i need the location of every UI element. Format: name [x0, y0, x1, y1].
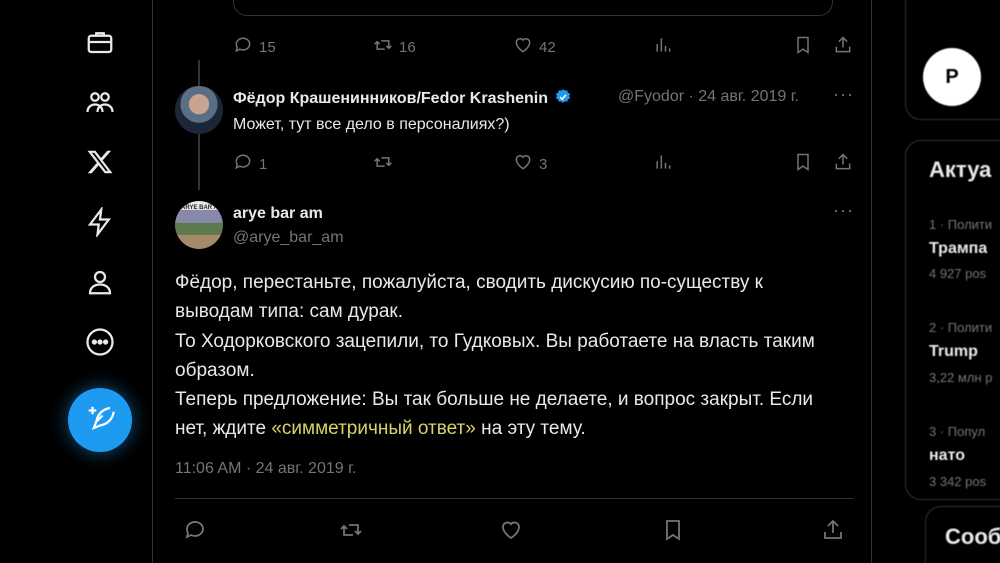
author-handle[interactable]: @arye_bar_am: [233, 229, 344, 247]
retweet-button[interactable]: [339, 518, 363, 547]
jobs-nav-item[interactable]: [78, 22, 122, 66]
author-name[interactable]: arye bar am: [233, 205, 323, 223]
retweet-icon: [373, 35, 393, 60]
bookmark-icon: [793, 35, 813, 60]
like-button[interactable]: 42: [513, 35, 556, 60]
reply-icon: [233, 35, 253, 60]
retweet-button[interactable]: 16: [373, 35, 416, 60]
trend-count: 3 342 pos: [929, 474, 987, 489]
reply-button[interactable]: [183, 518, 207, 547]
more-options-icon[interactable]: ···: [833, 200, 854, 221]
more-nav-item[interactable]: [78, 322, 122, 366]
bar-chart-icon: [653, 152, 673, 177]
tweet-line: нет, ждите «симметричный ответ» на эту т…: [175, 414, 855, 443]
more-options-icon[interactable]: ···: [833, 84, 854, 105]
like-count: 3: [539, 156, 548, 173]
divider: [175, 498, 853, 499]
quoted-link[interactable]: «симметричный ответ»: [271, 418, 476, 439]
channel-logo-text: Р: [945, 65, 959, 88]
briefcase-icon: [85, 27, 115, 62]
left-nav: [60, 0, 140, 563]
trend-count: 3,22 млн р: [929, 370, 993, 385]
author-meta[interactable]: @Fyodor · 24 авг. 2019 г.: [618, 88, 799, 106]
heart-icon: [513, 152, 533, 177]
avatar[interactable]: ARYE BAR AM: [175, 201, 223, 249]
lightning-icon: [85, 204, 115, 242]
tweet-text: Фёдор, перестаньте, пожалуйста, сводить …: [175, 268, 855, 444]
share-button[interactable]: [821, 518, 845, 547]
tweet-line: То Ходорковского зацепили, то Гудковых. …: [175, 330, 815, 352]
retweet-icon: [373, 152, 393, 177]
like-button[interactable]: [499, 518, 523, 547]
feather-plus-icon: [85, 403, 115, 438]
avatar-logo-text: ARYE BAR AM: [181, 205, 223, 211]
channel-logo[interactable]: Р: [923, 48, 981, 106]
heart-icon: [499, 518, 523, 547]
x-logo-icon: [85, 147, 115, 182]
share-button[interactable]: [833, 152, 853, 177]
right-sidebar: Р Актуа 1 · Полити Трампа 4 927 pos 2 · …: [905, 0, 1000, 563]
communities-nav-item[interactable]: [78, 82, 122, 126]
bookmark-button[interactable]: [793, 152, 813, 177]
retweet-button[interactable]: [373, 152, 393, 177]
bookmark-icon: [661, 518, 685, 547]
tweet-line: Фёдор, перестаньте, пожалуйста, сводить …: [175, 272, 763, 293]
retweet-icon: [339, 518, 363, 547]
like-count: 42: [539, 39, 556, 56]
reply-button[interactable]: 1: [233, 152, 267, 177]
reply-button[interactable]: 15: [233, 35, 276, 60]
tweet-line: Теперь предложение: Вы так больше не дел…: [175, 389, 814, 411]
compose-post-button[interactable]: [68, 388, 132, 452]
views-button[interactable]: [653, 152, 673, 177]
bookmark-button[interactable]: [793, 35, 813, 60]
like-button[interactable]: 3: [513, 152, 547, 177]
heart-icon: [513, 35, 533, 60]
tweet-line: образом.: [175, 359, 255, 381]
profile-icon: [85, 267, 115, 302]
home-nav-item[interactable]: [78, 142, 122, 186]
section-title: Сооб: [945, 524, 1000, 549]
share-icon: [833, 152, 853, 177]
reply-count: 1: [259, 156, 268, 173]
bookmark-button[interactable]: [661, 518, 685, 547]
reply-icon: [233, 152, 253, 177]
share-icon: [821, 518, 845, 547]
retweet-count: 16: [399, 39, 416, 56]
trend-category: 1 · Полити: [929, 217, 993, 232]
tweet-line-text: нет, ждите: [175, 418, 272, 440]
more-icon: [85, 327, 115, 362]
trend-item[interactable]: нато: [929, 447, 965, 465]
trend-category: 3 · Попул: [929, 424, 986, 439]
trend-category: 2 · Полити: [929, 320, 993, 335]
reply-icon: [183, 518, 207, 547]
reply-count: 15: [259, 39, 276, 56]
author-name[interactable]: Фёдор Крашенинников/Fedor Krashenin: [233, 88, 572, 108]
bar-chart-icon: [653, 35, 673, 60]
share-icon: [833, 35, 853, 60]
trend-count: 4 927 pos: [929, 266, 987, 281]
bookmark-icon: [793, 152, 813, 177]
views-button[interactable]: [653, 35, 673, 60]
share-button[interactable]: [833, 35, 853, 60]
avatar[interactable]: [175, 86, 223, 134]
tweet-line: выводам типа: сам дурак.: [175, 301, 404, 323]
tweet-line-text: на эту тему.: [475, 418, 586, 440]
quoted-card[interactable]: [233, 0, 833, 16]
verified-orgs-nav-item[interactable]: [78, 202, 122, 246]
main-timeline: 15 16 42 Фёдор Крашенинников/Fedor Krash…: [152, 0, 872, 563]
profile-nav-item[interactable]: [78, 262, 122, 306]
trends-title: Актуа: [929, 157, 992, 182]
tweet-timestamp[interactable]: 11:06 AM · 24 авг. 2019 г.: [175, 460, 356, 478]
communities-icon: [85, 87, 115, 122]
trend-item[interactable]: Трампа: [929, 240, 987, 258]
reply-text: Может, тут все дело в персоналиях?): [233, 116, 510, 133]
author-name-text: Фёдор Крашенинников/Fedor Krashenin: [233, 90, 549, 107]
verified-badge-icon: [554, 88, 572, 106]
trend-item[interactable]: Trump: [929, 343, 978, 361]
